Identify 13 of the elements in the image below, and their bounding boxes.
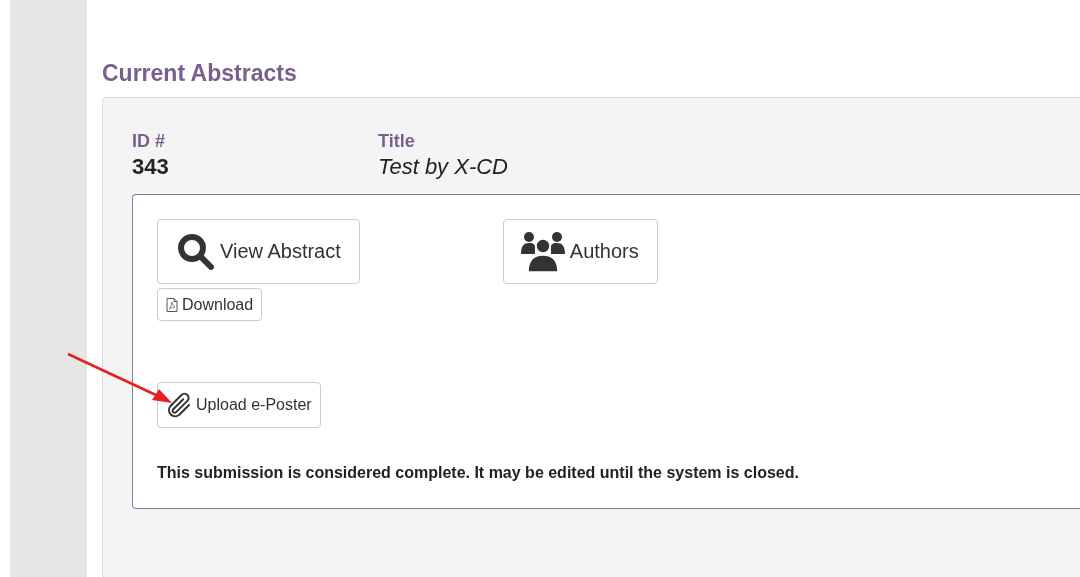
title-label: Title — [378, 130, 416, 152]
section-heading: Current Abstracts — [102, 59, 298, 88]
download-button[interactable]: Download — [157, 288, 263, 321]
users-icon — [519, 229, 566, 274]
abstract-title: Test by X-CD — [378, 153, 508, 181]
view-abstract-button[interactable]: View Abstract — [157, 219, 360, 284]
pdf-file-icon — [166, 297, 178, 312]
status-message: This submission is considered complete. It may be edited until the system is closed. — [157, 464, 800, 482]
id-label: ID # — [132, 130, 166, 152]
authors-button[interactable]: Authors — [502, 219, 658, 284]
upload-button[interactable]: Upload e-Poster — [157, 382, 321, 428]
search-icon — [176, 231, 216, 272]
abstract-id: 343 — [132, 153, 170, 181]
